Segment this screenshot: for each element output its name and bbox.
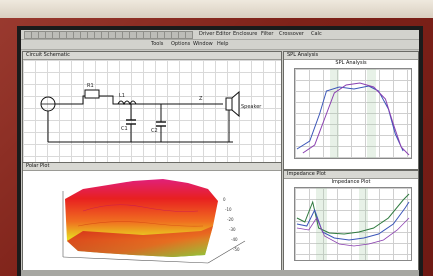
spl-traces: [296, 82, 410, 156]
speaker-symbol: [225, 97, 233, 111]
surface-axis-0: 0: [223, 197, 226, 202]
impedance-plot-title: Impedance Plot: [331, 179, 371, 185]
spl-panel-title: SPL Analysis: [284, 52, 418, 60]
toolbar-label-crossover[interactable]: Crossover: [279, 30, 304, 38]
app-window: Driver Editor Enclosure Filter Crossover…: [21, 30, 419, 276]
label-speaker: Speaker: [241, 104, 262, 110]
surface-panel: Polar Plot 0 -10 -20 -30 -40 -50: [22, 162, 282, 272]
toolbar-label-driver[interactable]: Driver Editor: [199, 30, 231, 38]
spl-trace-blue: [296, 85, 404, 152]
toolbar-label-enclosure[interactable]: Enclosure: [233, 30, 257, 38]
toolbar-label-window[interactable]: Window: [193, 40, 213, 48]
impedance-trace-green: [296, 193, 410, 235]
impedance-panel: Impedance Plot Impedance Plot: [283, 170, 419, 272]
surface-plot[interactable]: 0 -10 -20 -30 -40 -50: [23, 171, 281, 271]
toolbar-label-options[interactable]: Options: [171, 40, 190, 48]
surface-axis-3: -30: [229, 227, 236, 232]
toolbar-row-2: Tools Options Window Help: [21, 40, 419, 50]
impedance-trace-purple: [296, 217, 410, 247]
impedance-plot-area[interactable]: [294, 187, 412, 261]
surface-title: Polar Plot: [23, 163, 281, 171]
toolbar-row-1: Driver Editor Enclosure Filter Crossover…: [21, 30, 419, 40]
label-z: Z: [199, 96, 203, 102]
schematic-grid[interactable]: R1 L1 C1 C2 Z Speaker: [23, 60, 281, 162]
spl-plot-title: SPL Analysis: [335, 60, 367, 66]
schematic-circuit: R1 L1 C1 C2 Z Speaker: [40, 83, 262, 143]
toolbar-label-tools[interactable]: Tools: [151, 40, 163, 48]
label-c1: C1: [121, 126, 128, 132]
label-c2: C2: [151, 128, 158, 134]
surface-axis-2: -20: [227, 217, 234, 222]
surface-axis-1: -10: [225, 207, 232, 212]
surface-axis-4: -40: [231, 237, 238, 242]
schematic-title: Circuit Schematic: [23, 52, 281, 60]
surface-axis-5: -50: [233, 247, 240, 252]
spl-trace-purple: [302, 82, 410, 156]
label-l1: L1: [119, 93, 125, 99]
toolbar-button[interactable]: [185, 31, 193, 39]
photo-top-strip: [0, 0, 433, 18]
spl-panel: SPL Analysis SPL Analysis: [283, 51, 419, 170]
status-bar: [21, 270, 419, 276]
toolbar-label-calc[interactable]: Calc: [311, 30, 322, 38]
impedance-panel-title: Impedance Plot: [284, 171, 418, 179]
resistor-r1: [84, 89, 100, 99]
toolbar-label-help[interactable]: Help: [217, 40, 228, 48]
label-r1: R1: [87, 83, 94, 89]
impedance-traces: [296, 193, 410, 247]
schematic-panel: Circuit Schematic R1 L1 C1 C2 Z Speaker: [22, 51, 282, 163]
spl-plot-area[interactable]: [294, 68, 412, 159]
toolbar-label-filter[interactable]: Filter: [261, 30, 273, 38]
